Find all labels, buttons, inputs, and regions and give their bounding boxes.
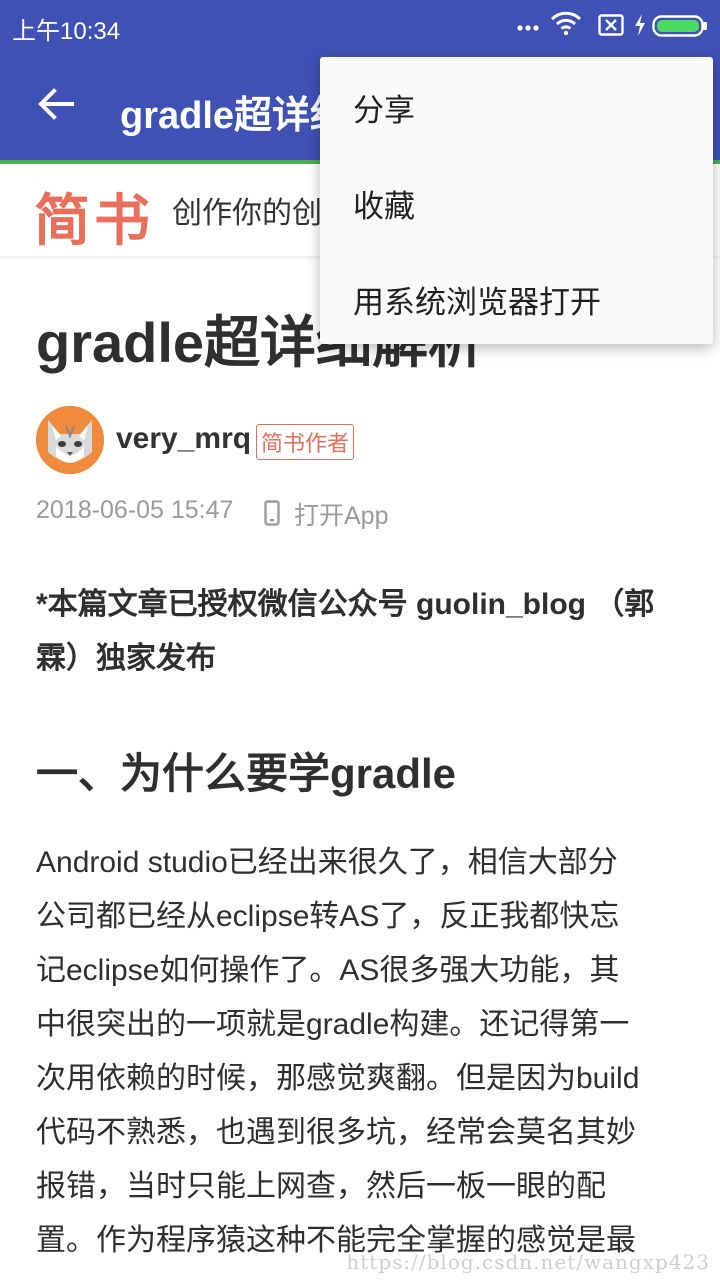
battery-icon	[652, 15, 708, 42]
sim-x-icon	[598, 14, 624, 41]
open-app-link[interactable]: 打开App	[262, 496, 388, 532]
paragraph-line: 记eclipse如何操作了。AS很多强大功能，其	[36, 954, 620, 987]
meta-row: 2018-06-05 15:47 打开App	[36, 496, 686, 532]
watermark: https://blog.csdn.net/wangxp423	[346, 1250, 710, 1274]
author-row: very_mrq 简书作者	[36, 406, 686, 476]
paragraph-line: 次用依赖的时候，那感觉爽翻。但是因为build	[36, 1062, 640, 1095]
paragraph-line: Android studio已经出来很久了，相信大部分	[36, 846, 618, 879]
back-arrow-icon[interactable]	[36, 84, 76, 124]
menu-item-favorite[interactable]: 收藏	[320, 153, 713, 249]
article-lede: *本篇文章已授权微信公众号 guolin_blog （郭霖）独家发布	[36, 588, 655, 675]
menu-item-label: 分享	[353, 93, 415, 128]
menu-item-label: 用系统浏览器打开	[353, 285, 601, 320]
author-badge: 简书作者	[256, 424, 355, 460]
publish-date: 2018-06-05 15:47	[36, 496, 234, 524]
site-logo[interactable]: 简书	[34, 176, 154, 257]
paragraph-line: 公司都已经从eclipse转AS了，反正我都快忘	[36, 900, 620, 933]
site-slogan: 创作你的创作	[172, 197, 322, 230]
phone-icon	[264, 500, 280, 526]
more-dots-icon	[516, 18, 540, 37]
avatar[interactable]	[36, 406, 104, 474]
author-name[interactable]: very_mrq	[116, 422, 251, 456]
overflow-menu: 分享 收藏 用系统浏览器打开	[320, 57, 713, 344]
wifi-icon	[550, 10, 582, 41]
paragraph-line: 报错，当时只能上网查，然后一板一眼的配	[36, 1170, 606, 1203]
charging-icon	[634, 14, 646, 41]
menu-item-open-in-browser[interactable]: 用系统浏览器打开	[320, 249, 713, 345]
article-paragraph: Android studio已经出来很久了，相信大部分 公司都已经从eclips…	[36, 836, 686, 1268]
paragraph-line: 中很突出的一项就是gradle构建。还记得第一	[36, 1008, 630, 1041]
menu-item-label: 收藏	[353, 189, 415, 224]
cat-avatar-icon	[36, 406, 104, 474]
app-bar-title: gradle超详细解析	[120, 95, 320, 137]
menu-item-share[interactable]: 分享	[320, 57, 713, 153]
open-app-label: 打开App	[294, 502, 389, 530]
status-bar: 上午10:34	[0, 0, 720, 50]
status-time: 上午10:34	[12, 18, 121, 45]
section-heading: 一、为什么要学gradle	[36, 750, 457, 797]
paragraph-line: 代码不熟悉，也遇到很多坑，经常会莫名其妙	[36, 1116, 636, 1149]
